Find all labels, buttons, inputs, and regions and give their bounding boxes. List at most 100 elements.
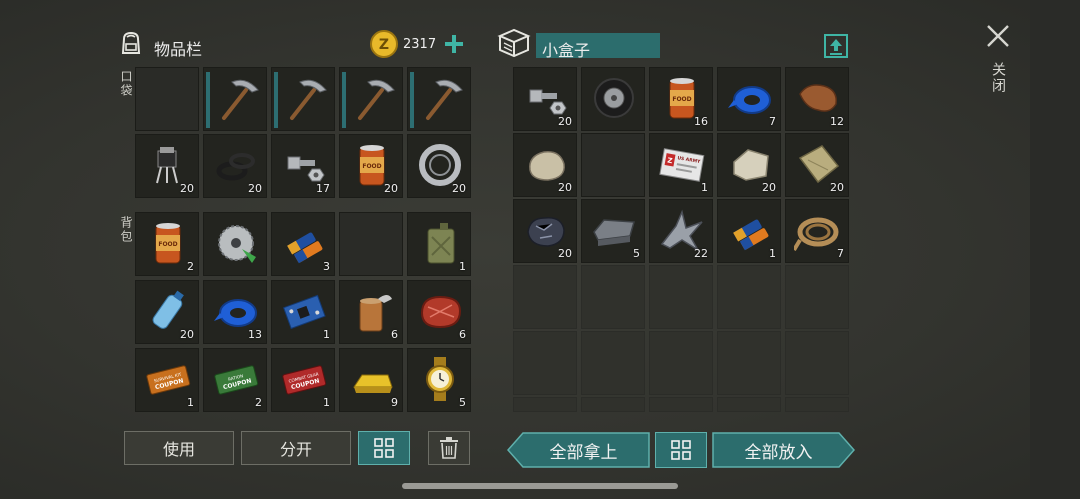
container-slot[interactable] — [581, 265, 645, 329]
container-slot[interactable] — [513, 397, 577, 412]
backpack-slot[interactable] — [203, 212, 267, 276]
container-slot[interactable] — [717, 265, 781, 329]
home-indicator — [402, 483, 678, 489]
batteries-icon — [733, 219, 769, 251]
backpack-slot[interactable]: 9 — [339, 348, 403, 412]
item-quantity: 20 — [558, 181, 572, 194]
container-slot[interactable] — [649, 397, 713, 412]
container-slot[interactable]: 12 — [785, 67, 849, 131]
container-name-field[interactable]: 小盒子 — [536, 33, 660, 60]
container-slot[interactable] — [649, 331, 713, 395]
container-slot[interactable] — [581, 67, 645, 131]
backpack-slot[interactable]: SURVIVAL KIT COUPON 1 — [135, 348, 199, 412]
container-slot[interactable]: 22 — [649, 199, 713, 263]
item-quantity: 16 — [694, 115, 708, 128]
backpack-slot[interactable]: 3 — [271, 212, 335, 276]
durability-bar — [274, 72, 278, 128]
pocket-slot[interactable] — [271, 67, 335, 131]
item-quantity: 12 — [830, 115, 844, 128]
container-slot[interactable]: 20 — [717, 133, 781, 197]
container-slot[interactable] — [785, 265, 849, 329]
container-slot[interactable] — [581, 397, 645, 412]
container-slot[interactable] — [717, 397, 781, 412]
item-quantity: 20 — [452, 182, 466, 195]
sort-grid-button[interactable] — [358, 431, 410, 465]
put-all-button[interactable]: 全部放入 — [712, 432, 855, 468]
container-slot[interactable]: FOOD 16 — [649, 67, 713, 131]
use-button[interactable]: 使用 — [124, 431, 234, 465]
item-quantity: 1 — [323, 328, 330, 341]
container-slot[interactable] — [785, 331, 849, 395]
delete-button[interactable] — [428, 431, 470, 465]
svg-text:FOOD: FOOD — [158, 241, 177, 248]
container-slot[interactable]: 1 — [717, 199, 781, 263]
pocket-label: 口袋 — [119, 70, 133, 98]
split-button[interactable]: 分开 — [241, 431, 351, 465]
durability-bar — [410, 72, 414, 128]
backpack-slot[interactable]: RATION COUPON 2 — [203, 348, 267, 412]
pocket-slot[interactable]: 20 — [407, 134, 471, 198]
pocket-slot[interactable] — [203, 67, 267, 131]
pocket-slot[interactable] — [407, 67, 471, 131]
backpack-slot[interactable]: 20 — [135, 280, 199, 344]
container-slot[interactable] — [513, 265, 577, 329]
item-quantity: 2 — [255, 396, 262, 409]
backpack-slot[interactable] — [339, 212, 403, 276]
container-sort-grid-button[interactable] — [655, 432, 707, 468]
item-quantity: 5 — [459, 396, 466, 409]
item-quantity: 5 — [633, 247, 640, 260]
box-icon — [496, 26, 532, 60]
take-all-button[interactable]: 全部拿上 — [507, 432, 650, 468]
backpack-slot[interactable]: 13 — [203, 280, 267, 344]
container-slot[interactable]: 20 — [513, 67, 577, 131]
container-slot[interactable]: 20 — [785, 133, 849, 197]
svg-text:FOOD: FOOD — [672, 96, 691, 103]
take-all-label: 全部拿上 — [549, 442, 618, 463]
container-slot[interactable] — [717, 331, 781, 395]
container-slot[interactable] — [785, 397, 849, 412]
pickaxe-icon — [426, 79, 463, 120]
container-slot[interactable] — [513, 331, 577, 395]
container-slot[interactable]: 20 — [513, 133, 577, 197]
pocket-slot[interactable]: 20 — [203, 134, 267, 198]
container-slot[interactable]: 5 — [581, 199, 645, 263]
backpack-slot[interactable]: COMBAT GEAR COUPON 1 — [271, 348, 335, 412]
svg-text:FOOD: FOOD — [362, 163, 381, 170]
backpack-slot[interactable]: 1 — [271, 280, 335, 344]
item-quantity: 2 — [187, 260, 194, 273]
add-coins-button[interactable] — [443, 33, 465, 55]
duct-tape-icon — [728, 86, 771, 114]
item-quantity: 7 — [769, 115, 776, 128]
plus-icon — [445, 35, 463, 53]
backpack-slot[interactable]: 5 — [407, 348, 471, 412]
container-slot[interactable] — [649, 265, 713, 329]
close-button[interactable] — [986, 24, 1010, 48]
container-slot[interactable]: 7 — [785, 199, 849, 263]
pocket-slot[interactable] — [135, 67, 199, 131]
backpack-slot[interactable]: 6 — [407, 280, 471, 344]
container-slot[interactable]: 7 — [717, 67, 781, 131]
backpack-slot[interactable]: 6 — [339, 280, 403, 344]
item-quantity: 22 — [694, 247, 708, 260]
item-quantity: 13 — [248, 328, 262, 341]
container-slot[interactable] — [581, 331, 645, 395]
upload-button[interactable] — [823, 33, 849, 59]
rope-icon — [794, 217, 839, 252]
right-shade-panel — [1030, 0, 1080, 499]
container-slot[interactable] — [581, 133, 645, 197]
pocket-slot[interactable] — [339, 67, 403, 131]
item-quantity: 20 — [558, 115, 572, 128]
item-quantity: 3 — [323, 260, 330, 273]
jerrycan-icon — [427, 223, 455, 264]
container-slot[interactable]: Z US ARMY 1 — [649, 133, 713, 197]
container-slot[interactable]: 20 — [513, 199, 577, 263]
pocket-slot[interactable]: FOOD 20 — [339, 134, 403, 198]
pocket-slot[interactable]: 20 — [135, 134, 199, 198]
backpack-icon — [117, 29, 145, 57]
backpack-slot[interactable]: 1 — [407, 212, 471, 276]
coin-icon: Z — [369, 29, 399, 59]
pocket-slot[interactable]: 17 — [271, 134, 335, 198]
item-quantity: 17 — [316, 182, 330, 195]
put-all-label: 全部放入 — [744, 442, 813, 463]
backpack-slot[interactable]: FOOD 2 — [135, 212, 199, 276]
